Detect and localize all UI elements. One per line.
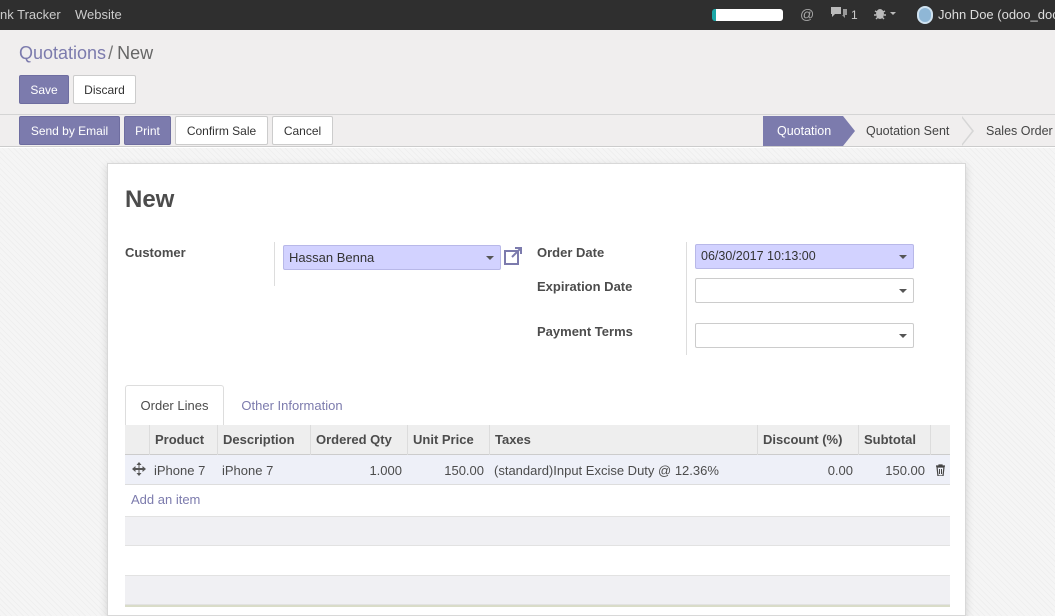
empty-row	[125, 516, 950, 546]
cell-discount[interactable]: 0.00	[757, 455, 858, 485]
stage-quotation-sent[interactable]: Quotation Sent	[866, 116, 958, 146]
chevron-down-icon[interactable]	[899, 255, 907, 259]
chat-count: 1	[851, 8, 858, 22]
drag-handle-icon[interactable]	[129, 455, 149, 485]
save-button[interactable]: Save	[19, 75, 69, 104]
cell-ordered-qty[interactable]: 1.000	[310, 455, 407, 485]
order-date-field[interactable]: 06/30/2017 10:13:00	[695, 244, 914, 269]
payment-terms-label: Payment Terms	[537, 324, 633, 339]
tab-other-information[interactable]: Other Information	[232, 385, 352, 426]
confirm-sale-button[interactable]: Confirm Sale	[175, 116, 268, 145]
discard-button[interactable]: Discard	[73, 75, 136, 104]
cancel-button[interactable]: Cancel	[272, 116, 333, 145]
at-icon[interactable]: @	[800, 6, 814, 22]
expiration-date-label: Expiration Date	[537, 279, 633, 294]
table-footer-line	[125, 605, 950, 607]
chevron-down-icon[interactable]	[486, 256, 494, 260]
stage-quotation[interactable]: Quotation	[763, 116, 855, 146]
divider	[0, 114, 1055, 115]
user-menu[interactable]: John Doe (odoo_doc	[938, 7, 1055, 22]
expiration-date-field[interactable]	[695, 278, 914, 303]
customer-value: Hassan Benna	[289, 250, 375, 265]
stage-sales-order[interactable]: Sales Order	[986, 116, 1055, 146]
cell-taxes[interactable]: (standard)Input Excise Duty @ 12.36%	[489, 455, 757, 485]
page-title: New	[125, 186, 175, 213]
cell-product[interactable]: iPhone 7	[149, 455, 217, 485]
debug-icon[interactable]	[873, 6, 897, 23]
column-discount[interactable]: Discount (%)	[757, 425, 858, 455]
breadcrumb: Quotations / New	[19, 43, 153, 64]
order-date-label: Order Date	[537, 245, 605, 260]
cell-unit-price[interactable]: 150.00	[407, 455, 489, 485]
customer-field[interactable]: Hassan Benna	[283, 245, 501, 270]
column-subtotal[interactable]: Subtotal	[858, 425, 930, 455]
add-item-link[interactable]: Add an item	[131, 492, 200, 507]
menu-website[interactable]: Website	[75, 7, 122, 22]
cell-description[interactable]: iPhone 7	[217, 455, 310, 485]
divider	[686, 242, 687, 355]
breadcrumb-quotations[interactable]: Quotations	[19, 43, 106, 63]
order-date-value: 06/30/2017 10:13:00	[701, 249, 816, 263]
payment-terms-field[interactable]	[695, 323, 914, 348]
external-link-icon[interactable]	[503, 246, 523, 266]
avatar[interactable]	[917, 6, 933, 24]
column-ordered-qty[interactable]: Ordered Qty	[310, 425, 407, 455]
print-button[interactable]: Print	[124, 116, 171, 145]
column-unit-price[interactable]: Unit Price	[407, 425, 489, 455]
column-taxes[interactable]: Taxes	[489, 425, 757, 455]
divider	[274, 242, 275, 286]
chevron-down-icon[interactable]	[899, 334, 907, 338]
column-actions	[930, 425, 950, 455]
progress-indicator	[712, 9, 783, 21]
tab-order-lines[interactable]: Order Lines	[125, 385, 224, 426]
chevron-down-icon[interactable]	[899, 289, 907, 293]
column-description[interactable]: Description	[217, 425, 310, 455]
column-product[interactable]: Product	[149, 425, 217, 455]
menu-link-tracker[interactable]: nk Tracker	[0, 7, 61, 22]
top-navbar: nk Tracker Website @ 1 John Doe (odoo_do…	[0, 0, 1055, 30]
table-row[interactable]: iPhone 7 iPhone 7 1.000 150.00 (standard…	[125, 455, 950, 485]
breadcrumb-current: New	[117, 43, 154, 63]
control-panel: Quotations / New Save Discard Send by Emai…	[0, 30, 1055, 147]
table-header: Product Description Ordered Qty Unit Pri…	[125, 425, 950, 455]
cell-subtotal[interactable]: 150.00	[858, 455, 930, 485]
form-sheet: New Customer Hassan Benna Order Date Exp…	[107, 163, 966, 616]
breadcrumb-separator: /	[108, 43, 114, 63]
customer-label: Customer	[125, 245, 186, 260]
empty-row	[125, 575, 950, 605]
chat-icon[interactable]	[830, 6, 848, 23]
send-by-email-button[interactable]: Send by Email	[19, 116, 120, 145]
trash-icon[interactable]	[933, 455, 949, 485]
stage-separator	[961, 116, 974, 146]
